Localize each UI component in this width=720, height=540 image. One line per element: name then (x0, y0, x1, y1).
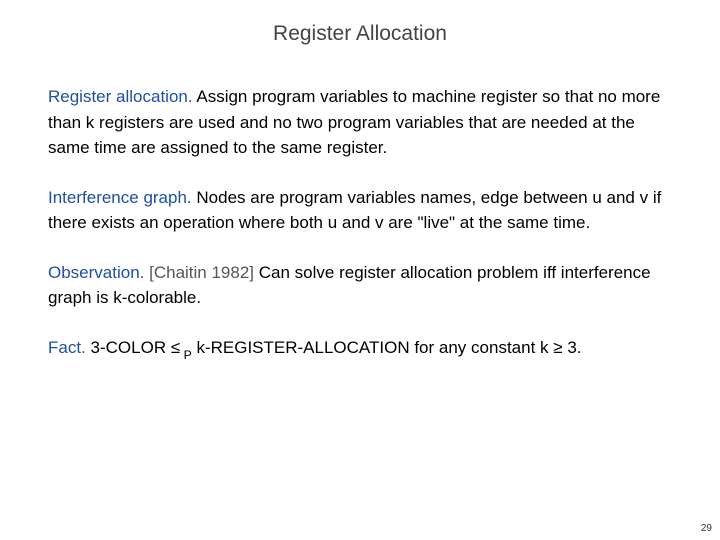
slide: Register Allocation Register allocation.… (0, 0, 720, 540)
paragraph-register-allocation: Register allocation. Assign program vari… (48, 84, 672, 161)
lead-interference-graph: Interference graph. (48, 188, 192, 207)
paragraph-observation: Observation. [Chaitin 1982] Can solve re… (48, 260, 672, 311)
citation: [Chaitin 1982] (144, 263, 254, 282)
leq-symbol: ≤ (171, 338, 180, 357)
lead-fact: Fact. (48, 338, 86, 357)
page-number: 29 (701, 523, 712, 534)
lead-register-allocation: Register allocation. (48, 87, 193, 106)
text-end: 3. (563, 338, 582, 357)
geq-symbol: ≥ (553, 338, 562, 357)
slide-title: Register Allocation (0, 22, 720, 46)
paragraph-interference-graph: Interference graph. Nodes are program va… (48, 185, 672, 236)
paragraph-fact: Fact. 3-COLOR ≤ P k-REGISTER-ALLOCATION … (48, 335, 672, 363)
slide-body: Register allocation. Assign program vari… (48, 84, 672, 386)
text-post: k-REGISTER-ALLOCATION for any constant k (192, 338, 554, 357)
text-pre: 3-COLOR (86, 338, 171, 357)
lead-observation: Observation. (48, 263, 144, 282)
subscript-p: P (180, 348, 192, 362)
